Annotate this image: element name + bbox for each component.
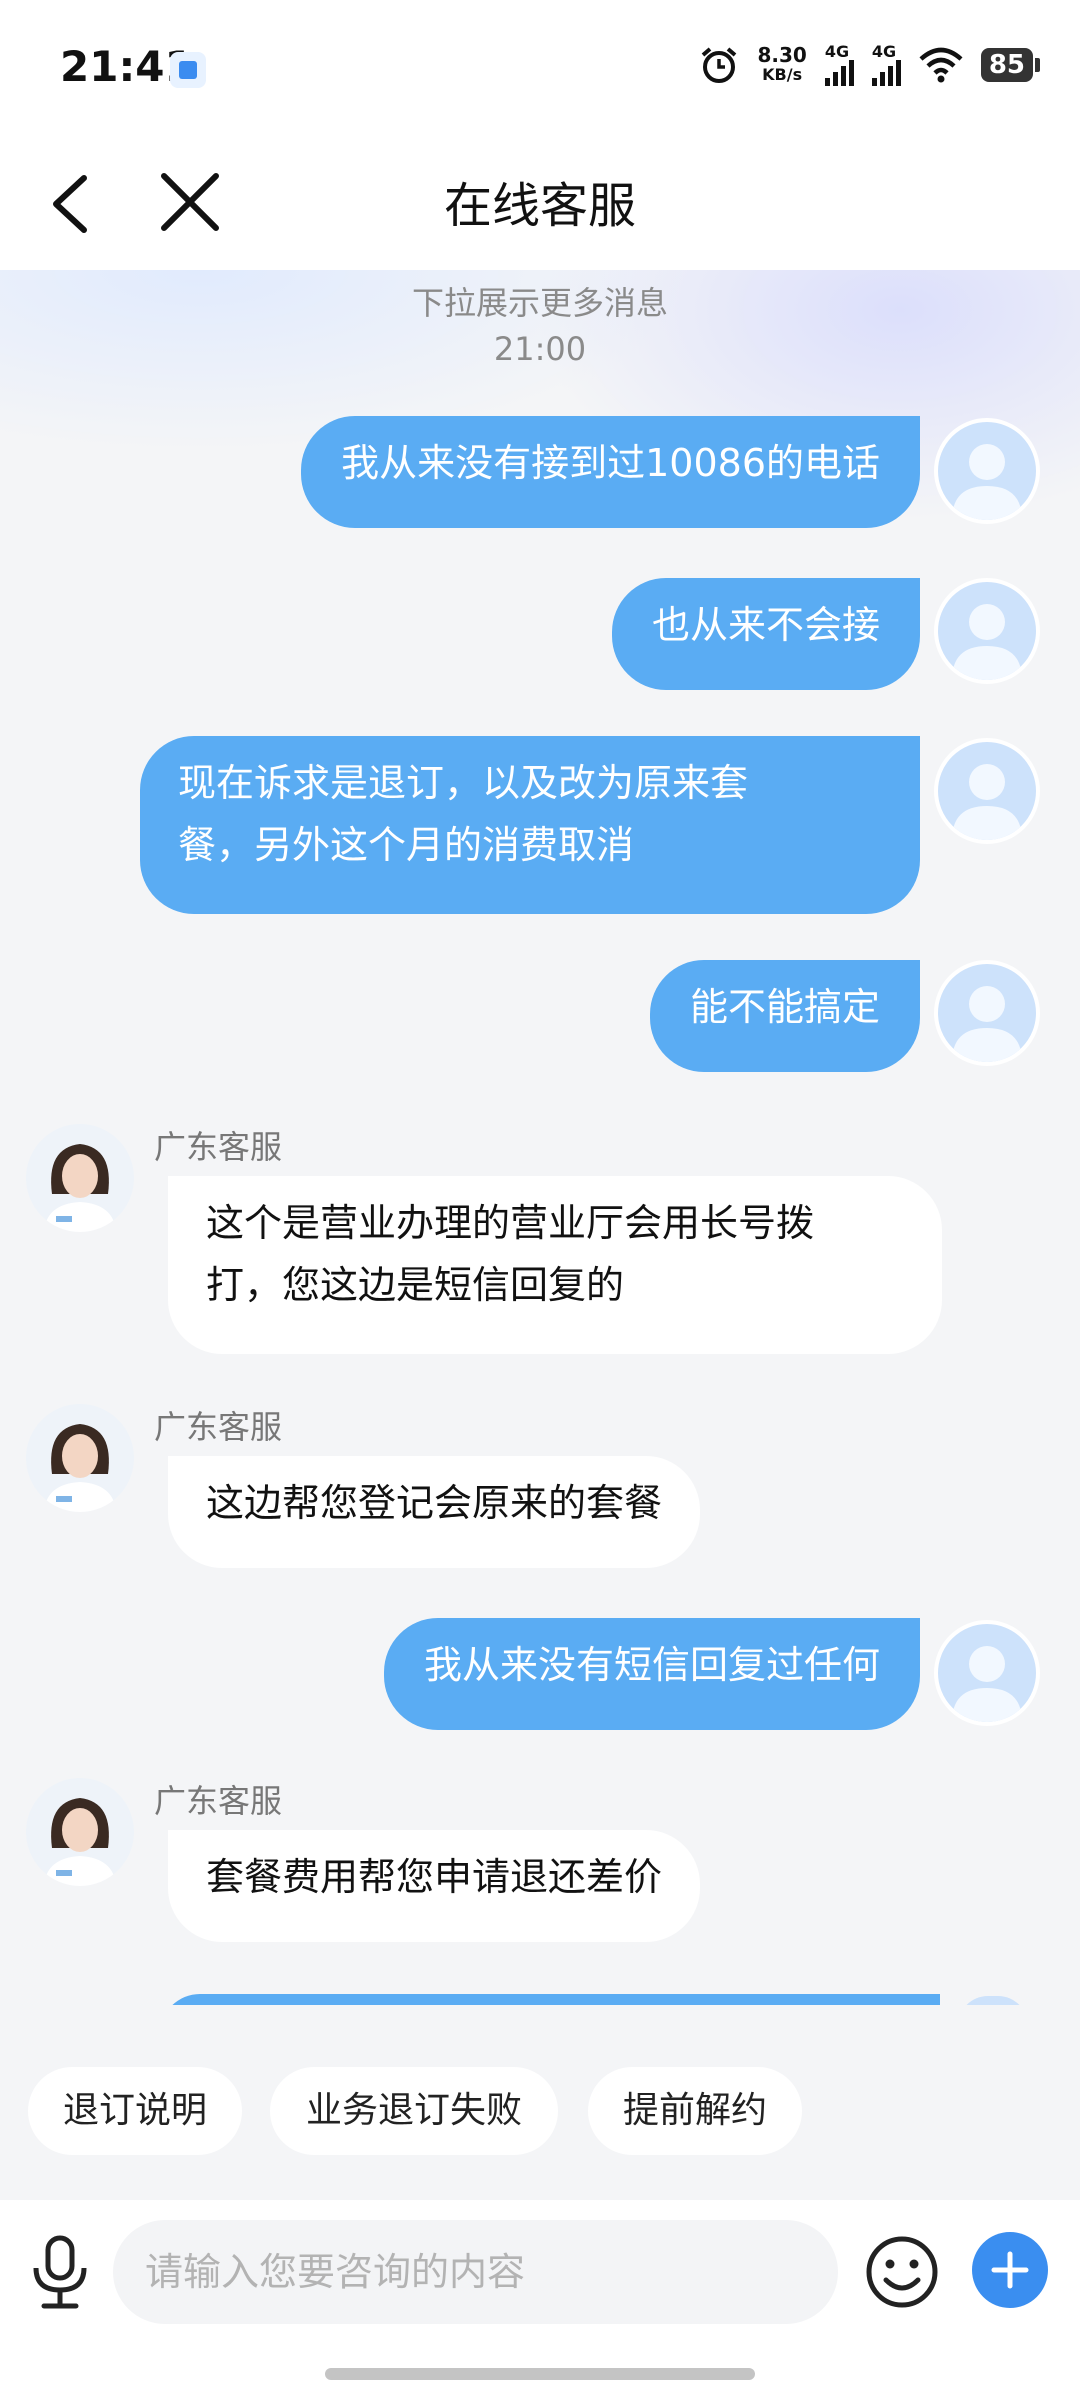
message-text: 我从来没有接到过10086的电话 (341, 441, 880, 485)
header: 在线客服 (0, 140, 1080, 270)
home-indicator[interactable] (325, 2368, 755, 2380)
message-text: 套餐费用帮您申请退还差价 (206, 1855, 663, 1899)
quick-reply-chip[interactable]: 业务退订失败 (270, 2067, 558, 2155)
message-text-line: 餐，另外这个月的消费取消 (178, 823, 635, 867)
user-avatar-icon (952, 764, 1022, 840)
agent-name: 广东客服 (154, 1782, 283, 1820)
agent-avatar[interactable] (26, 1778, 134, 1886)
message-text-line: 这个是营业办理的营业厅会用长号拨 (206, 1201, 815, 1245)
agent-name: 广东客服 (154, 1408, 283, 1446)
signal-type: 4G (824, 42, 850, 61)
message-input[interactable] (113, 2220, 838, 2324)
agent-message-bubble: 这个是营业办理的营业厅会用长号拨 打，您这边是短信回复的 (168, 1176, 942, 1354)
chat-area[interactable]: 下拉展示更多消息 21:00 我从来没有接到过10086的电话 也从来不会接 现… (0, 270, 1080, 2005)
net-speed: 8.30 KB/s (757, 45, 806, 85)
agent-message-bubble: 这边帮您登记会原来的套餐 (168, 1456, 701, 1568)
user-avatar[interactable] (934, 960, 1040, 1066)
more-options-button[interactable] (972, 2232, 1048, 2308)
user-message-bubble: 现在诉求是退订，以及改为原来套 餐，另外这个月的消费取消 (140, 736, 920, 914)
status-bar: 21:41 8.30 KB/s 4G 4G 85 (0, 0, 1080, 140)
quick-reply-chip[interactable]: 退订说明 (28, 2067, 242, 2155)
alarm-icon (702, 47, 737, 83)
message-text-line: 打，您这边是短信回复的 (206, 1263, 625, 1307)
agent-message-bubble: 套餐费用帮您申请退还差价 (168, 1830, 701, 1942)
battery-level: 85 (980, 48, 1033, 82)
net-speed-unit: KB/s (762, 65, 803, 84)
quick-reply-chip[interactable]: 提前解约 (588, 2067, 802, 2155)
agent-avatar[interactable] (26, 1404, 134, 1512)
microphone-icon (33, 2235, 87, 2309)
user-avatar-icon (952, 986, 1022, 1062)
voice-input-button[interactable] (20, 2232, 100, 2312)
user-avatar[interactable] (934, 738, 1040, 844)
pull-to-load-hint: 下拉展示更多消息 (411, 284, 668, 322)
user-message-bubble: 能不能搞定 (649, 960, 920, 1072)
user-avatar-icon (952, 604, 1022, 680)
wifi-icon (919, 47, 963, 83)
signal-icon: 4G (824, 42, 854, 86)
message-text: 能不能搞定 (689, 985, 880, 1029)
net-speed-value: 8.30 (757, 43, 807, 67)
user-avatar-icon (952, 444, 1022, 520)
battery-icon: 85 (980, 48, 1040, 82)
user-avatar[interactable] (934, 1620, 1040, 1726)
agent-portrait-icon (44, 1424, 116, 1512)
user-avatar[interactable] (934, 578, 1040, 684)
user-message-bubble: 也从来不会接 (611, 578, 920, 690)
message-text: 这边帮您登记会原来的套餐 (206, 1481, 663, 1525)
quick-replies: 退订说明 业务退订失败 提前解约 (0, 2005, 1080, 2200)
emoji-button[interactable] (862, 2232, 942, 2312)
status-indicators: 8.30 KB/s 4G 4G 85 (699, 44, 1040, 86)
partial-user-avatar (958, 1996, 1028, 2005)
user-message-bubble: 我从来没有接到过10086的电话 (301, 416, 920, 528)
page-title: 在线客服 (443, 178, 636, 234)
signal-icon: 4G (871, 42, 901, 86)
agent-portrait-icon (44, 1144, 116, 1232)
message-text-line: 现在诉求是退订，以及改为原来套 (178, 761, 749, 805)
message-text: 我从来没有短信回复过任何 (423, 1643, 880, 1687)
agent-portrait-icon (44, 1798, 116, 1886)
agent-name: 广东客服 (154, 1128, 283, 1166)
user-avatar-icon (952, 1646, 1022, 1722)
partial-message-bubble (160, 1994, 940, 2005)
chat-timestamp: 21:00 (493, 330, 587, 368)
emoji-icon (866, 2236, 938, 2308)
app-icon (170, 52, 206, 88)
plus-icon (991, 2251, 1029, 2289)
user-message-bubble: 我从来没有短信回复过任何 (383, 1618, 920, 1730)
user-avatar[interactable] (934, 418, 1040, 524)
agent-avatar[interactable] (26, 1124, 134, 1232)
message-text: 也从来不会接 (651, 603, 880, 647)
signal-type: 4G (871, 42, 897, 61)
